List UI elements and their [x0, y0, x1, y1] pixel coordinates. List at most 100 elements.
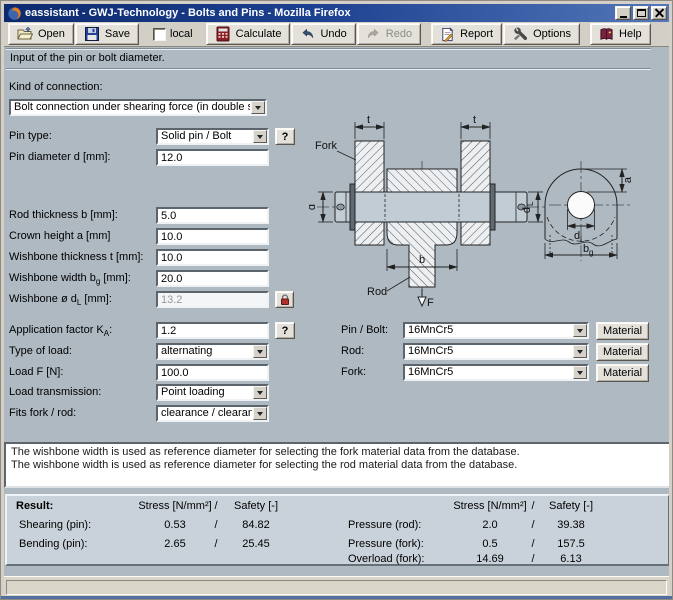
status-bar-field	[6, 580, 667, 595]
dropdown-arrow-icon	[251, 101, 265, 114]
pin-diameter-label: Pin diameter d [mm]:	[9, 149, 110, 166]
minimize-icon	[620, 16, 627, 18]
fork-material-label: Fork:	[341, 364, 366, 381]
pin-bolt-material-button[interactable]: Material	[596, 322, 649, 340]
results-title: Result:	[16, 500, 53, 512]
message-line: The wishbone width is used as reference …	[11, 446, 664, 459]
redo-button[interactable]: Redo	[357, 23, 421, 45]
fits-fork-rod-select[interactable]: clearance / clearanc	[156, 405, 269, 422]
close-button[interactable]	[651, 6, 667, 20]
save-button[interactable]: Save	[75, 23, 139, 45]
kind-of-connection-select[interactable]: Bolt connection under shearing force (in…	[9, 99, 267, 116]
dim-bg-sub: g	[589, 248, 593, 257]
fork-material-button[interactable]: Material	[596, 364, 649, 382]
app-window: eassistant - GWJ-Technology - Bolts and …	[0, 0, 673, 600]
washer-left	[350, 184, 355, 230]
rod-material-button[interactable]: Material	[596, 343, 649, 361]
stress-header-right: Stress [N/mm²]	[453, 500, 526, 512]
window-title: eassistant - GWJ-Technology - Bolts and …	[25, 7, 611, 19]
open-button[interactable]: Open	[8, 23, 74, 45]
dim-dl: d	[521, 207, 533, 213]
kind-of-connection-value: Bolt connection under shearing force (in…	[14, 101, 250, 114]
rod-top	[387, 169, 457, 192]
fork-material-select[interactable]: 16MnCr5	[403, 364, 589, 381]
load-transmission-value: Point loading	[161, 386, 252, 399]
pin-type-help-button[interactable]: ?	[275, 128, 295, 145]
dim-dl-sub: L	[526, 201, 535, 206]
open-folder-icon	[17, 26, 33, 42]
dropdown-arrow-icon	[253, 407, 267, 420]
local-checkbox-group: local	[153, 28, 193, 41]
redo-label: Redo	[386, 28, 412, 40]
options-button[interactable]: Options	[503, 23, 580, 45]
fork-arm-top-left	[355, 141, 384, 192]
options-tools-icon	[512, 26, 528, 42]
window-controls	[615, 6, 667, 20]
local-checkbox[interactable]	[153, 28, 166, 41]
pin-diameter-input[interactable]	[156, 149, 269, 166]
rod-callout: Rod	[367, 286, 387, 298]
dropdown-arrow-icon	[253, 386, 267, 399]
dropdown-arrow-icon	[253, 130, 267, 143]
calculate-button[interactable]: Calculate	[206, 23, 291, 45]
undo-button[interactable]: Undo	[291, 23, 355, 45]
report-document-icon	[440, 27, 455, 42]
washer-right	[490, 184, 495, 230]
application-factor-input[interactable]	[156, 322, 269, 339]
result-stress: 14.69	[476, 553, 504, 565]
report-button[interactable]: Report	[431, 23, 502, 45]
wishbone-diameter-label: Wishbone ø dL [mm]:	[9, 291, 112, 308]
dropdown-arrow-icon	[573, 324, 587, 337]
minimize-button[interactable]	[615, 6, 631, 20]
question-mark-icon: ?	[282, 131, 289, 143]
result-safety: 157.5	[557, 538, 585, 550]
close-icon	[655, 9, 664, 18]
divider	[6, 48, 651, 49]
fits-fork-rod-value: clearance / clearanc	[161, 407, 252, 420]
dim-b: b	[419, 254, 425, 266]
fork-arm-bottom-right	[461, 222, 490, 245]
lock-icon	[279, 294, 291, 306]
pin-type-select[interactable]: Solid pin / Bolt	[156, 128, 269, 145]
safety-header-right: Safety [-]	[549, 500, 593, 512]
wishbone-thickness-input[interactable]	[156, 249, 269, 266]
dropdown-arrow-icon	[573, 345, 587, 358]
pin-bolt-material-select[interactable]: 16MnCr5	[403, 322, 589, 339]
crown-height-label: Crown height a [mm]	[9, 228, 110, 245]
result-safety: 84.82	[242, 519, 270, 531]
fits-fork-rod-label: Fits fork / rod:	[9, 405, 76, 422]
dim-f: F	[427, 297, 434, 309]
load-input[interactable]	[156, 364, 269, 381]
divider-slash: /	[531, 519, 534, 531]
wishbone-width-input[interactable]	[156, 270, 269, 287]
result-row-label: Pressure (fork):	[348, 538, 424, 550]
crown-height-input[interactable]	[156, 228, 269, 245]
undo-label: Undo	[320, 28, 346, 40]
stress-header-left: Stress [N/mm²]	[138, 500, 211, 512]
question-mark-icon: ?	[282, 325, 289, 337]
help-button[interactable]: Help	[590, 23, 651, 45]
page-title: Input of the pin or bolt diameter.	[10, 52, 165, 64]
load-label: Load F [N]:	[9, 364, 63, 381]
rod-material-select[interactable]: 16MnCr5	[403, 343, 589, 360]
toolbar: Open Save local	[4, 22, 669, 47]
fork-arm-top-right	[461, 141, 490, 192]
titlebar: eassistant - GWJ-Technology - Bolts and …	[4, 4, 669, 22]
save-floppy-icon	[84, 26, 100, 42]
load-transmission-label: Load transmission:	[9, 384, 101, 401]
safety-header-left: Safety [-]	[234, 500, 278, 512]
type-of-load-select[interactable]: alternating	[156, 343, 269, 360]
maximize-button[interactable]	[633, 6, 649, 20]
status-bar	[4, 576, 669, 597]
result-row-label: Overload (fork):	[348, 553, 424, 565]
wishbone-diameter-lock-button[interactable]	[275, 291, 294, 308]
application-factor-help-button[interactable]: ?	[275, 322, 295, 339]
rod-thickness-input[interactable]	[156, 207, 269, 224]
rod-material-label: Rod:	[341, 343, 364, 360]
load-transmission-select[interactable]: Point loading	[156, 384, 269, 401]
wishbone-thickness-label: Wishbone thickness t [mm]:	[9, 249, 144, 266]
divider	[6, 68, 651, 69]
pin-bolt-material-label: Pin / Bolt:	[341, 322, 388, 339]
dim-d: d	[309, 204, 318, 210]
pin-type-value: Solid pin / Bolt	[161, 130, 252, 143]
